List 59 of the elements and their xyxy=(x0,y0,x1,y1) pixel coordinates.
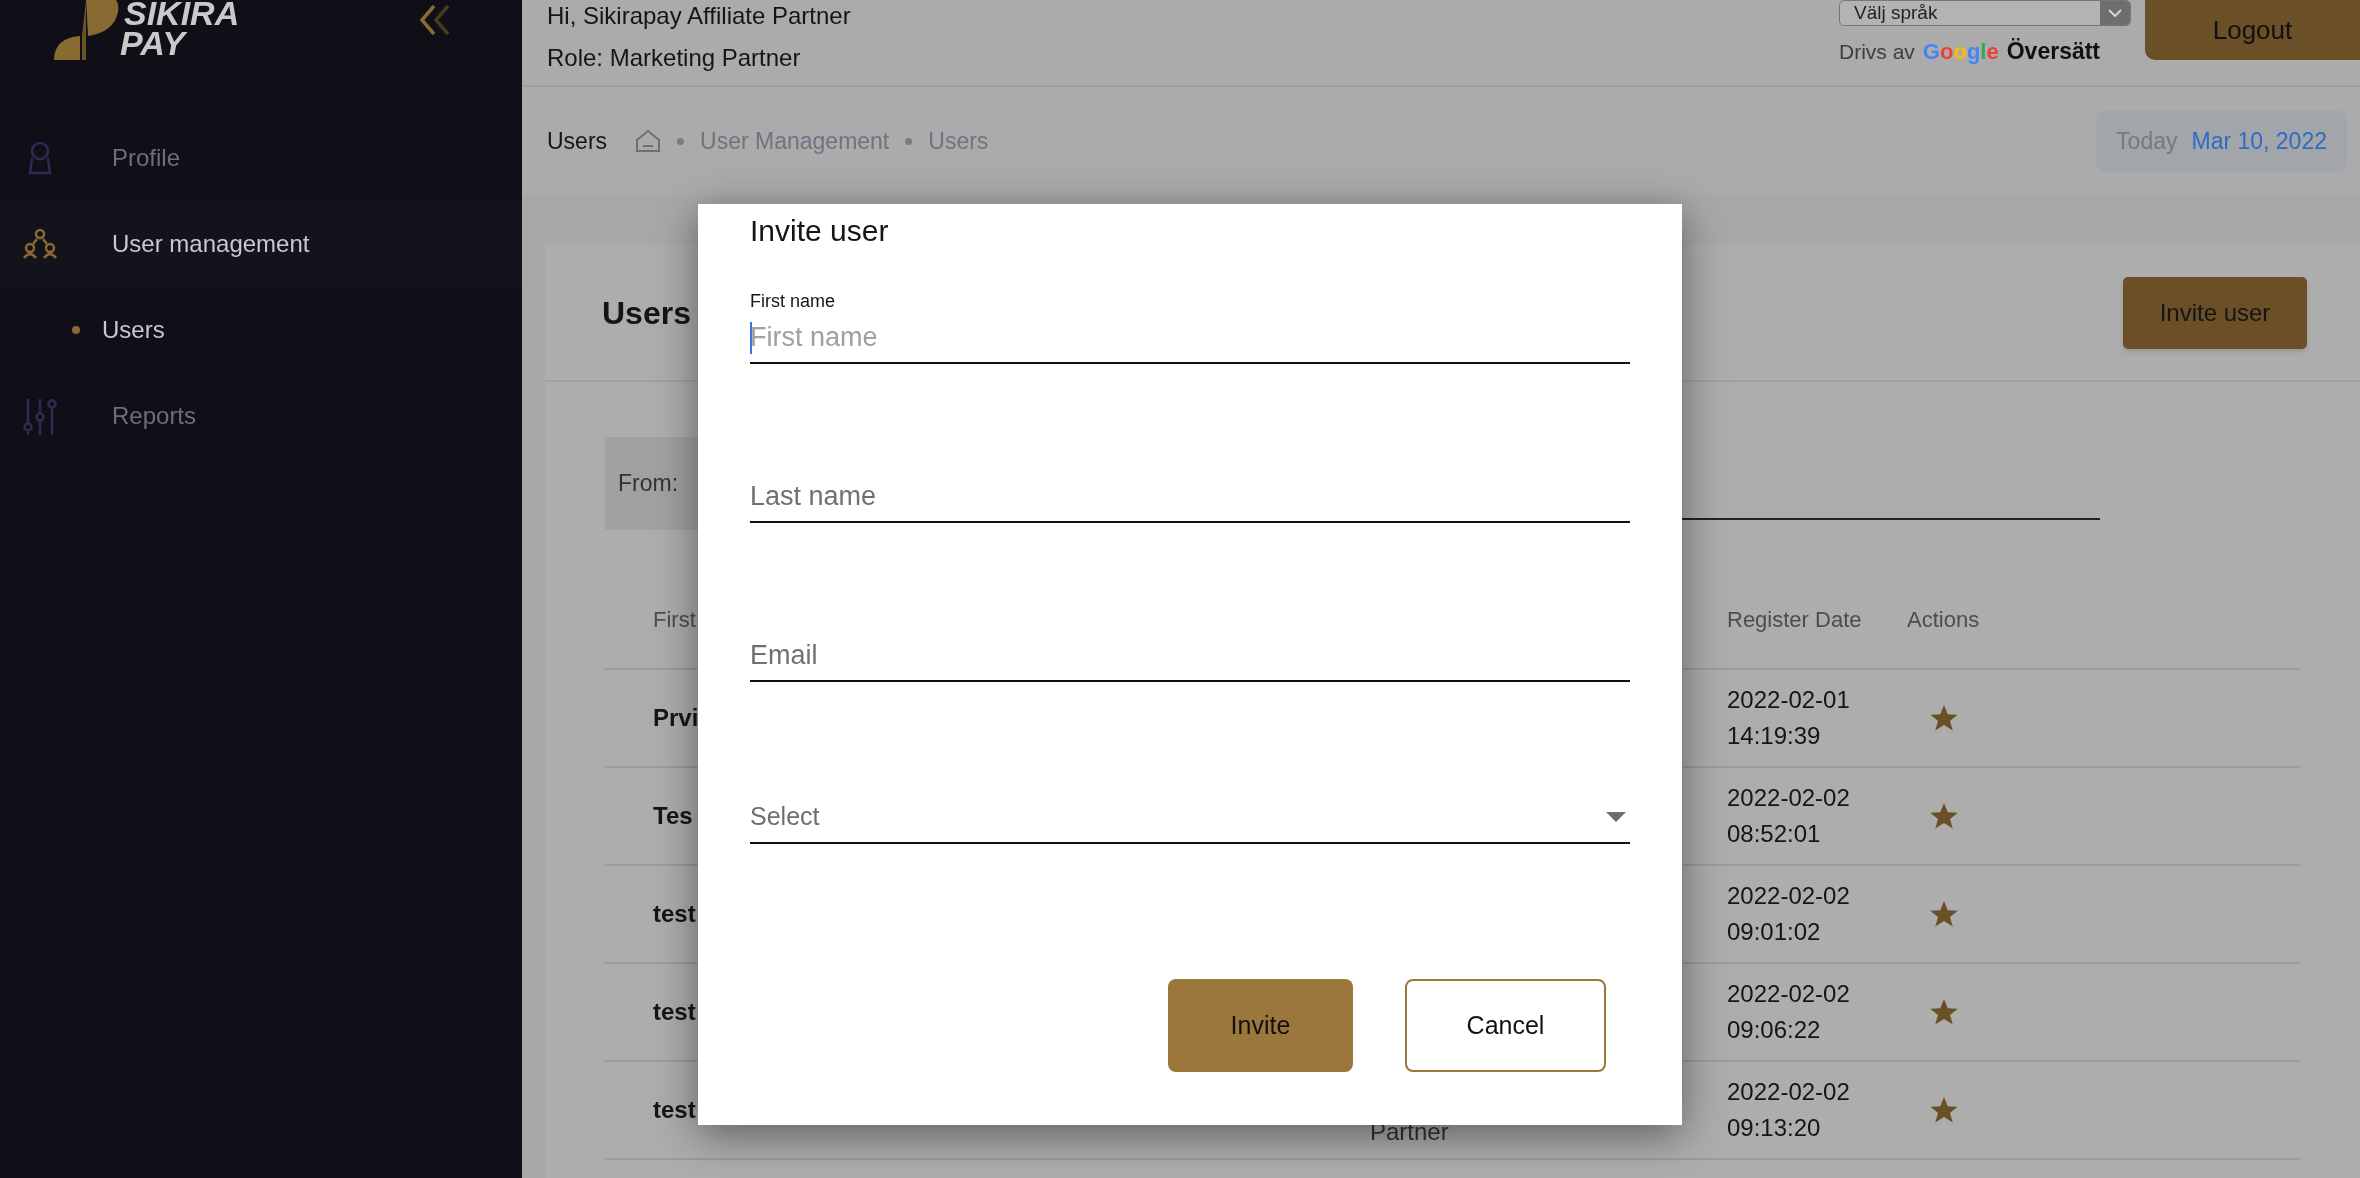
sidebar-item[interactable]: User management xyxy=(112,226,310,262)
invite-button[interactable]: Invite xyxy=(1168,979,1353,1072)
cancel-button[interactable]: Cancel xyxy=(1405,979,1606,1072)
today-date: Mar 10, 2022 xyxy=(2191,126,2327,156)
logo-text: PAY xyxy=(120,28,187,58)
table-cell-text: Tes xyxy=(653,801,693,831)
chevron-down-icon xyxy=(2108,9,2122,17)
table-cell-text: 2022-02-02 xyxy=(1727,881,1851,911)
sidebar-subitem[interactable]: Users xyxy=(102,312,165,348)
sidebar-row[interactable]: User management xyxy=(0,201,522,287)
column-header: Register Date xyxy=(1727,605,1863,634)
translate-link[interactable]: Översätt xyxy=(2006,34,2101,69)
sidebar-row[interactable]: Profile xyxy=(0,115,522,201)
table-cell-text: test xyxy=(653,899,696,929)
table-cell-text: 2022-02-01 xyxy=(1727,685,1851,715)
table-cell-text: 09:01:02 xyxy=(1727,917,1822,947)
sliders-icon xyxy=(23,397,57,435)
star-icon[interactable] xyxy=(1929,899,1959,929)
column-header: Actions xyxy=(1907,605,1980,634)
language-select[interactable]: Välj språk xyxy=(1839,0,2131,26)
star-icon[interactable] xyxy=(1929,1095,1959,1125)
field-label: First name xyxy=(750,290,837,312)
collapse-chevron-icon[interactable] xyxy=(418,4,452,36)
input-field[interactable]: Email xyxy=(750,630,1630,682)
sidebar-item[interactable]: Profile xyxy=(112,140,181,176)
star-icon[interactable] xyxy=(1929,997,1959,1027)
users-icon xyxy=(22,228,58,260)
star-icon[interactable] xyxy=(1929,703,1959,733)
home-icon[interactable] xyxy=(635,129,662,153)
table-cell-text: Prvi xyxy=(653,703,699,733)
table-cell-text: test xyxy=(653,1095,696,1125)
dialog-title: Invite user xyxy=(750,213,890,249)
person-icon xyxy=(27,141,53,175)
table-cell-text: 09:13:20 xyxy=(1727,1113,1822,1143)
role-select[interactable]: Select xyxy=(750,792,1630,844)
greeting-text: Hi, Sikirapay Affiliate Partner xyxy=(547,2,851,30)
table-cell-text: 08:52:01 xyxy=(1727,819,1822,849)
table-cell-text: 2022-02-02 xyxy=(1727,1077,1851,1107)
table-cell-text: 09:06:22 xyxy=(1727,1015,1822,1045)
google-logo: Google xyxy=(1922,37,1999,66)
sidebar-row[interactable]: Reports xyxy=(0,373,522,459)
table-cell-text: 2022-02-02 xyxy=(1727,783,1851,813)
dropdown-caret-icon xyxy=(1606,812,1626,822)
table-cell-text: 2022-02-02 xyxy=(1727,979,1851,1009)
page-title: Users xyxy=(547,126,608,156)
card-title: Users xyxy=(602,293,691,333)
sidebar-item[interactable]: Reports xyxy=(112,398,197,434)
table-cell-text: test xyxy=(653,997,696,1027)
role-text: Role: Marketing Partner xyxy=(547,44,802,72)
logo-text: SIKIRA xyxy=(124,0,240,28)
logout-button[interactable]: Logout xyxy=(2145,0,2360,60)
input-field[interactable]: Last name xyxy=(750,471,1630,523)
filter-label: From: xyxy=(605,437,700,530)
invite-user-button[interactable]: Invite user xyxy=(2123,276,2307,349)
input-field[interactable]: First name xyxy=(750,312,1630,364)
table-cell-text: 14:19:39 xyxy=(1727,721,1822,751)
column-header: First xyxy=(653,606,696,632)
star-icon[interactable] xyxy=(1929,801,1959,831)
powered-by-text: Drivs av xyxy=(1839,38,1915,65)
